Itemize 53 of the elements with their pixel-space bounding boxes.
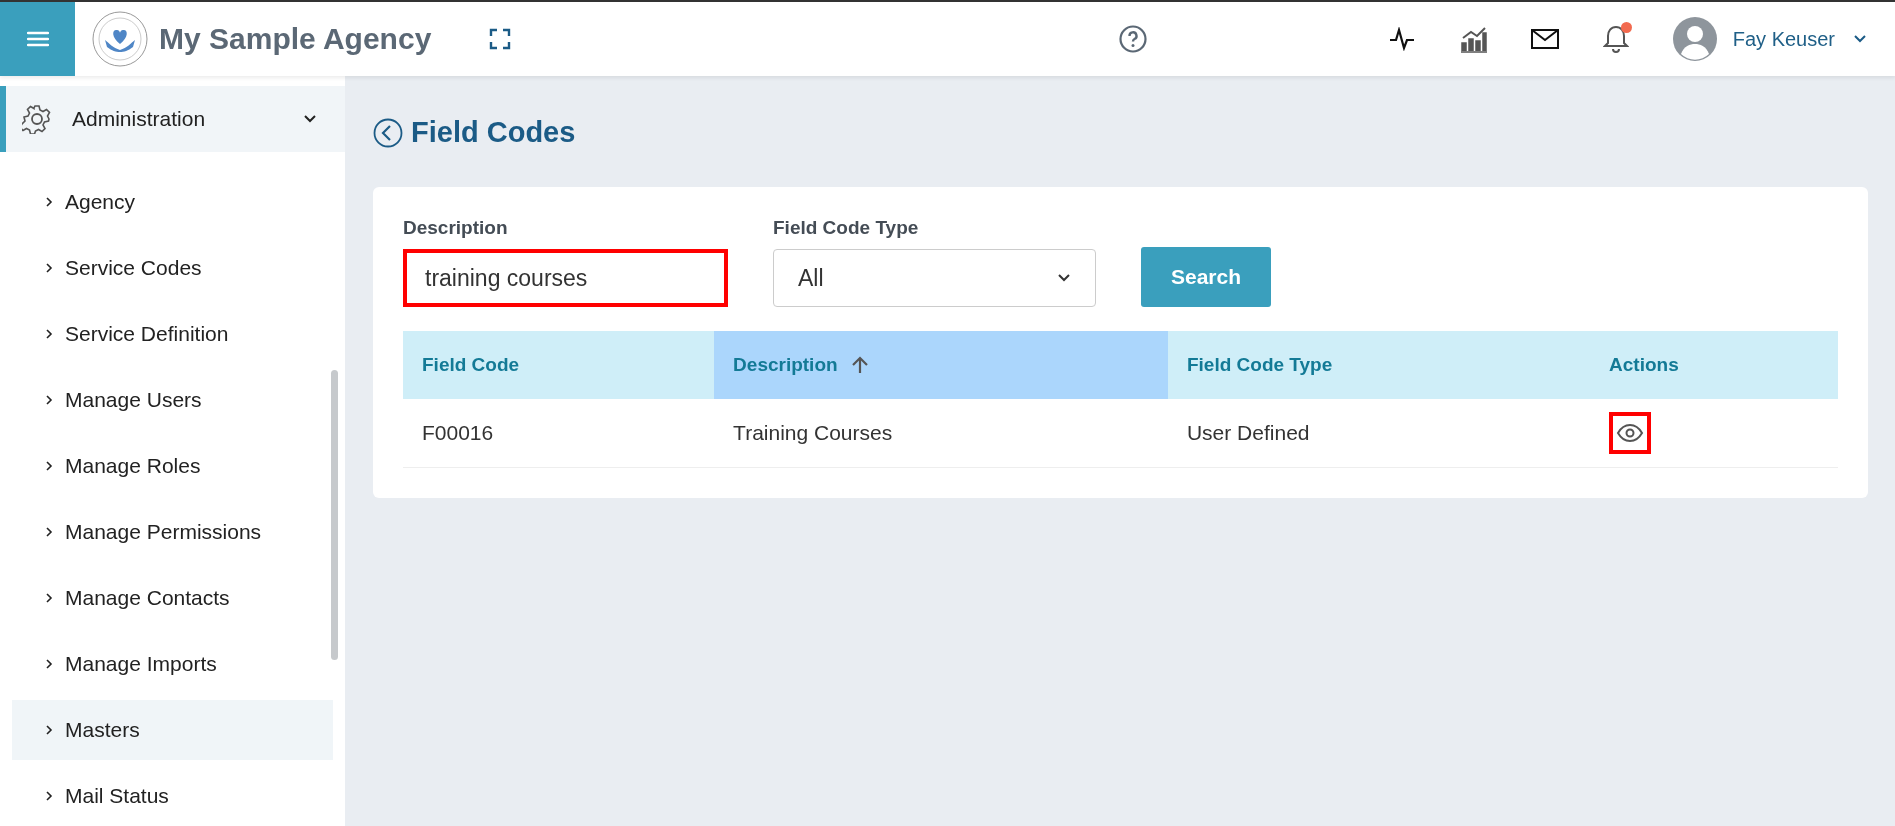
chevron-right-icon [45, 724, 53, 736]
back-icon[interactable] [373, 117, 403, 148]
gear-icon [22, 104, 52, 134]
table-cell: Training Courses [714, 399, 1168, 468]
sidebar-item[interactable]: Manage Permissions [12, 502, 333, 562]
description-input[interactable]: training courses [403, 249, 728, 307]
sidebar-item[interactable]: Service Codes [12, 238, 333, 298]
column-header[interactable]: Field Code [403, 331, 715, 399]
table-cell: F00016 [403, 399, 715, 468]
logo-icon [91, 10, 149, 68]
chevron-right-icon [45, 526, 53, 538]
administration-menu[interactable]: Administration [0, 86, 345, 152]
chevron-down-icon [1057, 273, 1071, 283]
section-label: Administration [72, 107, 206, 131]
sidebar-item[interactable]: Manage Imports [12, 634, 333, 694]
sidebar-item[interactable]: Agency [12, 172, 333, 232]
menu-icon [26, 31, 49, 47]
page-title: Field Codes [411, 116, 576, 149]
chevron-right-icon [45, 394, 53, 406]
sidebar-item[interactable]: Service Definition [12, 304, 333, 364]
sidebar-item[interactable]: Manage Contacts [12, 568, 333, 628]
column-header[interactable]: Field Code Type [1167, 331, 1591, 399]
chevron-right-icon [45, 790, 53, 802]
agency-name: My Sample Agency [159, 22, 432, 56]
view-button[interactable] [1609, 412, 1652, 454]
sidebar-item[interactable]: Manage Roles [12, 436, 333, 496]
type-select[interactable]: All [773, 249, 1096, 307]
field-label: Field Code Type [773, 217, 920, 239]
notification-button[interactable] [1602, 24, 1629, 54]
sidebar-item[interactable]: Masters [12, 700, 333, 760]
activity-icon[interactable] [1388, 27, 1415, 51]
fullscreen-icon[interactable] [489, 28, 512, 50]
mail-icon[interactable] [1530, 29, 1559, 49]
table-cell: User Defined [1167, 399, 1591, 468]
sidebar-item[interactable]: Mail Status [12, 766, 333, 826]
scrollbar-thumb[interactable] [331, 370, 338, 660]
field-label: Description [403, 217, 509, 239]
chart-icon[interactable] [1458, 25, 1487, 53]
sidebar-item[interactable]: Manage Users [12, 370, 333, 430]
chevron-right-icon [45, 196, 53, 208]
column-header[interactable]: Actions [1590, 331, 1838, 399]
user-name[interactable]: Fay Keuser [1732, 27, 1835, 51]
chevron-right-icon [45, 262, 53, 274]
bell-icon [1602, 24, 1629, 54]
chevron-right-icon [45, 592, 53, 604]
menu-button[interactable] [0, 2, 75, 76]
avatar-icon[interactable] [1672, 17, 1717, 61]
help-icon[interactable] [1119, 25, 1148, 53]
chevron-right-icon [45, 460, 53, 472]
chevron-right-icon [45, 658, 53, 670]
chevron-right-icon [45, 328, 53, 340]
eye-icon [1616, 423, 1645, 443]
chevron-down-icon[interactable] [1853, 34, 1867, 44]
